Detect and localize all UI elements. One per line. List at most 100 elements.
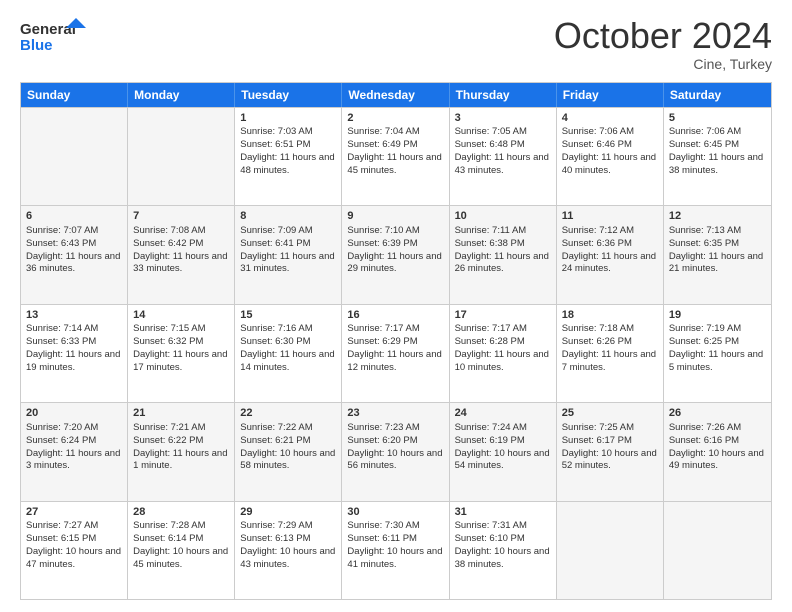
calendar-body: 1Sunrise: 7:03 AMSunset: 6:51 PMDaylight… (21, 107, 771, 599)
calendar-cell: 3Sunrise: 7:05 AMSunset: 6:48 PMDaylight… (450, 108, 557, 205)
daylight-text: Daylight: 11 hours and 14 minutes. (240, 349, 334, 373)
calendar-cell: 16Sunrise: 7:17 AMSunset: 6:29 PMDayligh… (342, 305, 449, 402)
sunset-text: Sunset: 6:43 PM (26, 238, 96, 249)
calendar-cell: 2Sunrise: 7:04 AMSunset: 6:49 PMDaylight… (342, 108, 449, 205)
sunrise-text: Sunrise: 7:09 AM (240, 225, 312, 236)
month-title: October 2024 (554, 16, 772, 56)
sunrise-text: Sunrise: 7:29 AM (240, 520, 312, 531)
sunrise-text: Sunrise: 7:06 AM (669, 126, 741, 137)
calendar-cell: 8Sunrise: 7:09 AMSunset: 6:41 PMDaylight… (235, 206, 342, 303)
calendar-cell: 25Sunrise: 7:25 AMSunset: 6:17 PMDayligh… (557, 403, 664, 500)
logo: General Blue (20, 16, 90, 56)
daylight-text: Daylight: 11 hours and 33 minutes. (133, 251, 227, 275)
sunrise-text: Sunrise: 7:27 AM (26, 520, 98, 531)
day-number: 13 (26, 308, 122, 323)
daylight-text: Daylight: 11 hours and 10 minutes. (455, 349, 549, 373)
day-number: 14 (133, 308, 229, 323)
day-number: 16 (347, 308, 443, 323)
sunset-text: Sunset: 6:14 PM (133, 533, 203, 544)
calendar-cell (557, 502, 664, 599)
calendar-cell: 26Sunrise: 7:26 AMSunset: 6:16 PMDayligh… (664, 403, 771, 500)
sunrise-text: Sunrise: 7:16 AM (240, 323, 312, 334)
daylight-text: Daylight: 10 hours and 43 minutes. (240, 546, 335, 570)
sunrise-text: Sunrise: 7:31 AM (455, 520, 527, 531)
sunrise-text: Sunrise: 7:07 AM (26, 225, 98, 236)
day-number: 15 (240, 308, 336, 323)
header-day-saturday: Saturday (664, 83, 771, 107)
daylight-text: Daylight: 10 hours and 54 minutes. (455, 448, 550, 472)
daylight-text: Daylight: 11 hours and 7 minutes. (562, 349, 656, 373)
sunset-text: Sunset: 6:33 PM (26, 336, 96, 347)
header-day-tuesday: Tuesday (235, 83, 342, 107)
daylight-text: Daylight: 10 hours and 38 minutes. (455, 546, 550, 570)
calendar-cell: 21Sunrise: 7:21 AMSunset: 6:22 PMDayligh… (128, 403, 235, 500)
calendar-cell: 28Sunrise: 7:28 AMSunset: 6:14 PMDayligh… (128, 502, 235, 599)
header: General Blue October 2024 Cine, Turkey (20, 16, 772, 72)
day-number: 11 (562, 209, 658, 224)
sunset-text: Sunset: 6:22 PM (133, 435, 203, 446)
calendar-cell: 20Sunrise: 7:20 AMSunset: 6:24 PMDayligh… (21, 403, 128, 500)
sunset-text: Sunset: 6:45 PM (669, 139, 739, 150)
sunrise-text: Sunrise: 7:13 AM (669, 225, 741, 236)
calendar-cell: 24Sunrise: 7:24 AMSunset: 6:19 PMDayligh… (450, 403, 557, 500)
day-number: 31 (455, 505, 551, 520)
sunset-text: Sunset: 6:28 PM (455, 336, 525, 347)
calendar-cell: 1Sunrise: 7:03 AMSunset: 6:51 PMDaylight… (235, 108, 342, 205)
sunrise-text: Sunrise: 7:12 AM (562, 225, 634, 236)
daylight-text: Daylight: 11 hours and 31 minutes. (240, 251, 334, 275)
header-day-monday: Monday (128, 83, 235, 107)
calendar-cell: 31Sunrise: 7:31 AMSunset: 6:10 PMDayligh… (450, 502, 557, 599)
logo-svg: General Blue (20, 16, 90, 56)
sunset-text: Sunset: 6:11 PM (347, 533, 417, 544)
sunrise-text: Sunrise: 7:30 AM (347, 520, 419, 531)
sunset-text: Sunset: 6:38 PM (455, 238, 525, 249)
sunset-text: Sunset: 6:17 PM (562, 435, 632, 446)
calendar-cell: 12Sunrise: 7:13 AMSunset: 6:35 PMDayligh… (664, 206, 771, 303)
daylight-text: Daylight: 11 hours and 38 minutes. (669, 152, 763, 176)
daylight-text: Daylight: 11 hours and 29 minutes. (347, 251, 441, 275)
sunset-text: Sunset: 6:35 PM (669, 238, 739, 249)
daylight-text: Daylight: 11 hours and 36 minutes. (26, 251, 120, 275)
daylight-text: Daylight: 11 hours and 5 minutes. (669, 349, 763, 373)
daylight-text: Daylight: 10 hours and 58 minutes. (240, 448, 335, 472)
sunset-text: Sunset: 6:21 PM (240, 435, 310, 446)
calendar-cell: 30Sunrise: 7:30 AMSunset: 6:11 PMDayligh… (342, 502, 449, 599)
calendar-cell: 22Sunrise: 7:22 AMSunset: 6:21 PMDayligh… (235, 403, 342, 500)
calendar-cell: 11Sunrise: 7:12 AMSunset: 6:36 PMDayligh… (557, 206, 664, 303)
calendar-cell (21, 108, 128, 205)
sunrise-text: Sunrise: 7:10 AM (347, 225, 419, 236)
daylight-text: Daylight: 11 hours and 43 minutes. (455, 152, 549, 176)
calendar-week-1: 6Sunrise: 7:07 AMSunset: 6:43 PMDaylight… (21, 205, 771, 303)
sunset-text: Sunset: 6:48 PM (455, 139, 525, 150)
day-number: 3 (455, 111, 551, 126)
daylight-text: Daylight: 11 hours and 24 minutes. (562, 251, 656, 275)
day-number: 12 (669, 209, 766, 224)
sunrise-text: Sunrise: 7:15 AM (133, 323, 205, 334)
calendar-cell: 14Sunrise: 7:15 AMSunset: 6:32 PMDayligh… (128, 305, 235, 402)
sunrise-text: Sunrise: 7:06 AM (562, 126, 634, 137)
daylight-text: Daylight: 11 hours and 1 minute. (133, 448, 227, 472)
calendar-cell (664, 502, 771, 599)
calendar-week-4: 27Sunrise: 7:27 AMSunset: 6:15 PMDayligh… (21, 501, 771, 599)
calendar-cell: 4Sunrise: 7:06 AMSunset: 6:46 PMDaylight… (557, 108, 664, 205)
day-number: 7 (133, 209, 229, 224)
sunset-text: Sunset: 6:49 PM (347, 139, 417, 150)
day-number: 1 (240, 111, 336, 126)
header-day-sunday: Sunday (21, 83, 128, 107)
sunrise-text: Sunrise: 7:17 AM (347, 323, 419, 334)
day-number: 5 (669, 111, 766, 126)
sunrise-text: Sunrise: 7:14 AM (26, 323, 98, 334)
sunrise-text: Sunrise: 7:19 AM (669, 323, 741, 334)
sunset-text: Sunset: 6:30 PM (240, 336, 310, 347)
day-number: 10 (455, 209, 551, 224)
location: Cine, Turkey (554, 56, 772, 72)
sunset-text: Sunset: 6:46 PM (562, 139, 632, 150)
sunrise-text: Sunrise: 7:28 AM (133, 520, 205, 531)
sunrise-text: Sunrise: 7:22 AM (240, 422, 312, 433)
calendar-cell: 13Sunrise: 7:14 AMSunset: 6:33 PMDayligh… (21, 305, 128, 402)
daylight-text: Daylight: 11 hours and 48 minutes. (240, 152, 334, 176)
daylight-text: Daylight: 10 hours and 47 minutes. (26, 546, 121, 570)
calendar-cell: 17Sunrise: 7:17 AMSunset: 6:28 PMDayligh… (450, 305, 557, 402)
calendar-cell: 29Sunrise: 7:29 AMSunset: 6:13 PMDayligh… (235, 502, 342, 599)
sunrise-text: Sunrise: 7:24 AM (455, 422, 527, 433)
